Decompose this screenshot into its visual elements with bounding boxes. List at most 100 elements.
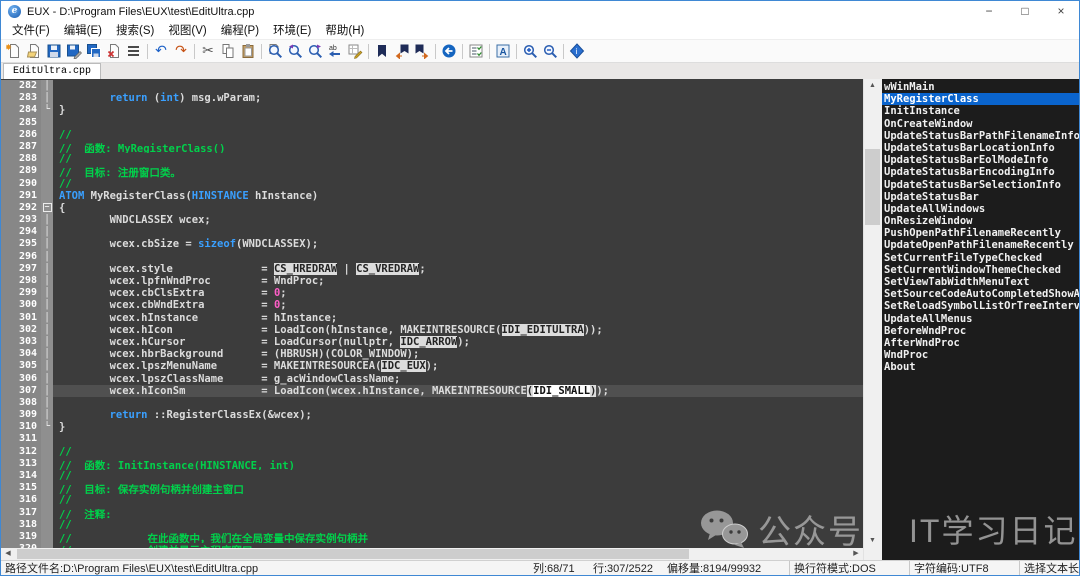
line-number[interactable]: 283 — [1, 92, 41, 104]
code-line[interactable]: 312// — [1, 446, 863, 458]
code-line[interactable]: 288// — [1, 153, 863, 165]
code-line[interactable]: 283│ return (int) msg.wParam; — [1, 92, 863, 104]
code-line[interactable]: 295│ wcex.cbSize = sizeof(WNDCLASSEX); — [1, 238, 863, 250]
code-line[interactable]: 298│ wcex.lpfnWndProc = WndProc; — [1, 275, 863, 287]
save-all-icon[interactable] — [84, 41, 104, 61]
code-line[interactable]: 301│ wcex.hInstance = hInstance; — [1, 312, 863, 324]
line-number[interactable]: 296 — [1, 251, 41, 263]
line-number[interactable]: 290 — [1, 178, 41, 190]
code-line[interactable]: 300│ wcex.cbWndExtra = 0; — [1, 299, 863, 311]
find-prev-icon[interactable] — [285, 41, 305, 61]
code-line[interactable]: 285 — [1, 117, 863, 129]
function-list-item[interactable]: UpdateStatusBarEncodingInfo — [882, 166, 1079, 178]
function-list-item[interactable]: UpdateStatusBarEolModeInfo — [882, 154, 1079, 166]
line-number[interactable]: 291 — [1, 190, 41, 202]
copy-icon[interactable] — [218, 41, 238, 61]
vertical-scroll-thumb[interactable] — [865, 149, 880, 225]
open-file-icon[interactable] — [24, 41, 44, 61]
fold-margin[interactable]: − — [41, 202, 53, 214]
find-icon[interactable] — [265, 41, 285, 61]
function-list-item[interactable]: SetCurrentWindowThemeChecked — [882, 264, 1079, 276]
function-list-item[interactable]: InitInstance — [882, 105, 1079, 117]
code-line[interactable]: 313// 函数: InitInstance(HINSTANCE, int) — [1, 458, 863, 470]
vertical-scroll-track[interactable] — [864, 93, 881, 534]
menu-item-2[interactable]: 搜索(S) — [109, 23, 161, 39]
code-line[interactable]: 297│ wcex.style = CS_HREDRAW | CS_VREDRA… — [1, 263, 863, 275]
paste-icon[interactable] — [238, 41, 258, 61]
code-line[interactable]: 290// — [1, 178, 863, 190]
line-number[interactable]: 295 — [1, 238, 41, 250]
line-number[interactable]: 287 — [1, 141, 41, 153]
line-number[interactable]: 300 — [1, 299, 41, 311]
code-line[interactable]: 305│ wcex.lpszMenuName = MAKEINTRESOURCE… — [1, 360, 863, 372]
scroll-up-button[interactable]: ▲ — [864, 79, 881, 93]
line-number[interactable]: 293 — [1, 214, 41, 226]
code-line[interactable]: 302│ wcex.hIcon = LoadIcon(hInstance, MA… — [1, 324, 863, 336]
code-line[interactable]: 296│ — [1, 251, 863, 263]
line-number[interactable]: 292 — [1, 202, 41, 214]
code-line[interactable]: 299│ wcex.cbClsExtra = 0; — [1, 287, 863, 299]
fold-collapse-icon[interactable]: − — [43, 203, 52, 212]
close-file-icon[interactable] — [104, 41, 124, 61]
code-line[interactable]: 287// 函数: MyRegisterClass() — [1, 141, 863, 153]
code-line[interactable]: 304│ wcex.hbrBackground = (HBRUSH)(COLOR… — [1, 348, 863, 360]
line-number[interactable]: 303 — [1, 336, 41, 348]
code-line[interactable]: 310└} — [1, 421, 863, 433]
line-number[interactable]: 314 — [1, 470, 41, 482]
line-number[interactable]: 297 — [1, 263, 41, 275]
redo-icon[interactable]: ↷ — [171, 41, 191, 61]
code-line[interactable]: 282│ — [1, 80, 863, 92]
function-list-item[interactable]: UpdateAllWindows — [882, 203, 1079, 215]
line-number[interactable]: 310 — [1, 421, 41, 433]
function-list-item[interactable]: OnCreateWindow — [882, 118, 1079, 130]
line-number[interactable]: 316 — [1, 494, 41, 506]
next-bookmark-icon[interactable] — [412, 41, 432, 61]
function-list-item[interactable]: PushOpenPathFilenameRecently — [882, 227, 1079, 239]
tab-editultra[interactable]: EditUltra.cpp — [3, 63, 101, 79]
function-list-item[interactable]: wWinMain — [882, 81, 1079, 93]
line-number[interactable]: 308 — [1, 397, 41, 409]
line-number[interactable]: 305 — [1, 360, 41, 372]
line-number[interactable]: 288 — [1, 153, 41, 165]
function-list-item[interactable]: SetReloadSymbolListOrTreeInterval — [882, 300, 1079, 312]
line-number[interactable]: 299 — [1, 287, 41, 299]
file-list-icon[interactable] — [124, 41, 144, 61]
line-number[interactable]: 313 — [1, 458, 41, 470]
back-icon[interactable] — [439, 41, 459, 61]
vertical-scrollbar[interactable]: ▲ ▼ — [863, 79, 881, 560]
code-line[interactable]: 317// 注释: — [1, 507, 863, 519]
line-number[interactable]: 294 — [1, 226, 41, 238]
line-number[interactable]: 315 — [1, 482, 41, 494]
function-list-item[interactable]: UpdateStatusBarLocationInfo — [882, 142, 1079, 154]
new-file-icon[interactable] — [4, 41, 24, 61]
code-line[interactable]: 318// — [1, 519, 863, 531]
code-line[interactable]: 309│ return ::RegisterClassEx(&wcex); — [1, 409, 863, 421]
function-list-item[interactable]: SetCurrentFileTypeChecked — [882, 252, 1079, 264]
line-number[interactable]: 302 — [1, 324, 41, 336]
replace-in-files-icon[interactable] — [345, 41, 365, 61]
function-list-item[interactable]: SetSourceCodeAutoCompletedShowAft — [882, 288, 1079, 300]
line-number[interactable]: 311 — [1, 433, 41, 445]
function-list-item[interactable]: BeforeWndProc — [882, 325, 1079, 337]
code-line[interactable]: 291ATOM MyRegisterClass(HINSTANCE hInsta… — [1, 190, 863, 202]
save-as-icon[interactable] — [64, 41, 84, 61]
code-line[interactable]: 289// 目标: 注册窗口类。 — [1, 165, 863, 177]
code-line[interactable]: 306│ wcex.lpszClassName = g_acWindowClas… — [1, 373, 863, 385]
line-number[interactable]: 319 — [1, 531, 41, 543]
scroll-left-button[interactable]: ◀ — [1, 548, 15, 560]
code-line[interactable]: 316// — [1, 494, 863, 506]
function-list-item[interactable]: UpdateStatusBarSelectionInfo — [882, 179, 1079, 191]
function-list-item[interactable]: UpdateStatusBar — [882, 191, 1079, 203]
code-line[interactable]: 314// — [1, 470, 863, 482]
bookmark-icon[interactable] — [372, 41, 392, 61]
code-line[interactable]: 307│ wcex.hIconSm = LoadIcon(wcex.hInsta… — [1, 385, 863, 397]
function-list-item[interactable]: MyRegisterClass — [882, 93, 1079, 105]
menu-item-3[interactable]: 视图(V) — [161, 23, 213, 39]
line-number[interactable]: 286 — [1, 129, 41, 141]
code-line[interactable]: 303│ wcex.hCursor = LoadCursor(nullptr, … — [1, 336, 863, 348]
line-number[interactable]: 306 — [1, 373, 41, 385]
line-number[interactable]: 298 — [1, 275, 41, 287]
code-line[interactable]: 315// 目标: 保存实例句柄并创建主窗口 — [1, 482, 863, 494]
scroll-down-button[interactable]: ▼ — [864, 534, 881, 548]
save-icon[interactable] — [44, 41, 64, 61]
